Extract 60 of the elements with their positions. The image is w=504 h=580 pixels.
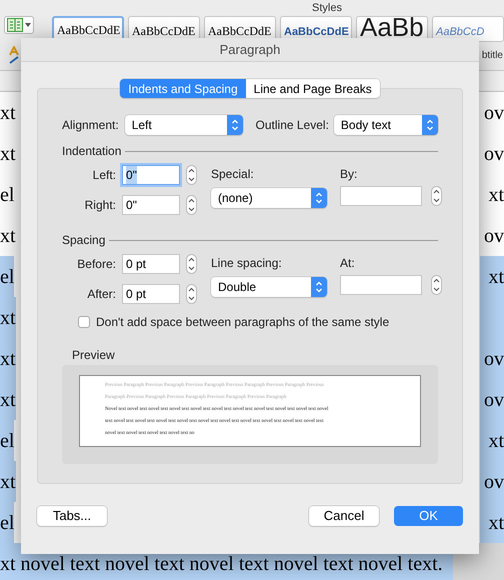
- input-field[interactable]: 0 pt: [122, 254, 180, 274]
- input-field[interactable]: [340, 275, 422, 295]
- document-text: xt: [0, 297, 16, 338]
- document-text: xt: [480, 502, 504, 543]
- special-select[interactable]: (none): [211, 188, 327, 208]
- document-text: ov: [480, 338, 504, 379]
- style-swatch[interactable]: AaBbCcD: [432, 16, 504, 42]
- alignment-select[interactable]: Left: [124, 115, 243, 135]
- stepper-icon[interactable]: [431, 275, 442, 295]
- field-label: Special:: [211, 166, 255, 183]
- input-field[interactable]: 0": [122, 195, 180, 215]
- document-text: xt: [480, 256, 504, 297]
- dialog-button[interactable]: Cancel: [309, 506, 379, 526]
- field-label: At:: [340, 255, 356, 272]
- field-label: Left:: [92, 167, 116, 184]
- section-heading: Indentation: [62, 143, 122, 160]
- input-field[interactable]: [340, 186, 422, 206]
- document-text: xt: [0, 461, 16, 502]
- document-text: el: [0, 256, 14, 297]
- document-text: el: [0, 502, 14, 543]
- outline-level-select[interactable]: Body text: [334, 115, 438, 135]
- stepper-icon[interactable]: [186, 254, 197, 274]
- document-text: xt: [0, 379, 16, 420]
- stepper-icon[interactable]: [186, 195, 197, 215]
- stepper-icon[interactable]: [186, 284, 197, 304]
- document-text: xt: [0, 338, 16, 379]
- field-label: Outline Level:: [256, 117, 329, 134]
- dialog-title: Paragraph: [220, 40, 280, 59]
- ok-button[interactable]: OK: [394, 506, 463, 526]
- input-field[interactable]: 0": [122, 165, 180, 185]
- field-label: Before:: [77, 256, 116, 273]
- stepper-icon[interactable]: [186, 165, 197, 185]
- field-label: After:: [87, 286, 116, 303]
- document-text: el: [0, 420, 14, 461]
- checkbox-label: Don't add space between paragraphs of the same style: [96, 314, 390, 331]
- stepper-arrows-icon: [226, 115, 243, 135]
- tab[interactable]: Line and Page Breaks: [246, 79, 380, 98]
- document-text: ov: [480, 379, 504, 420]
- stepper-arrows-icon: [422, 115, 438, 135]
- caret-icon: [25, 23, 31, 27]
- field-label: Right:: [84, 197, 116, 214]
- tab[interactable]: Indents and Spacing: [120, 79, 246, 98]
- document-text: ov: [480, 461, 504, 502]
- field-label: Alignment:: [62, 117, 119, 134]
- styles-label: Styles: [311, 0, 343, 16]
- field-label: By:: [340, 166, 358, 183]
- section-heading: Spacing: [62, 232, 106, 249]
- stepper-icon[interactable]: [431, 186, 442, 206]
- stepper-arrows-icon: [311, 188, 327, 208]
- style-name: btitle: [482, 48, 504, 62]
- dialog-button[interactable]: Tabs...: [37, 506, 107, 526]
- document-text: xt: [480, 420, 504, 461]
- input-field[interactable]: 0 pt: [122, 284, 180, 304]
- checkbox[interactable]: [78, 316, 90, 328]
- line-spacing-select[interactable]: Double: [211, 277, 327, 297]
- field-label: Line spacing:: [211, 255, 283, 272]
- stepper-arrows-icon: [311, 277, 327, 297]
- columns-button[interactable]: [4, 16, 34, 34]
- columns-icon: [7, 18, 23, 32]
- section-heading: Preview: [72, 347, 116, 364]
